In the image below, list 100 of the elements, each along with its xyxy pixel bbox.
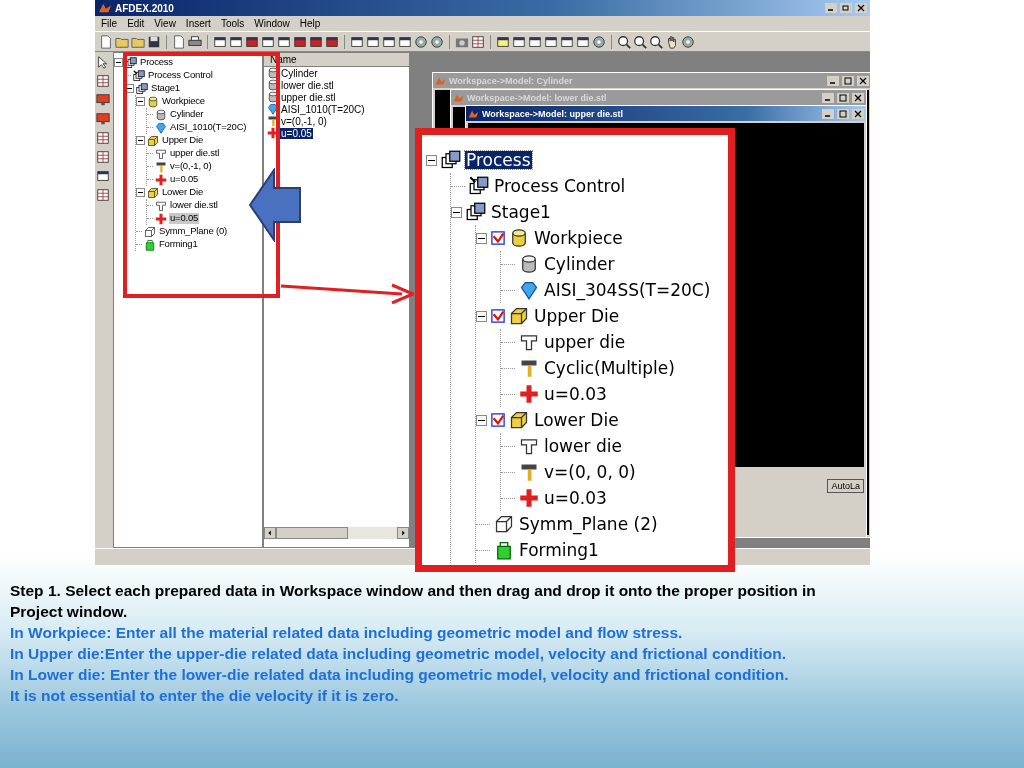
- close-icon[interactable]: [855, 3, 867, 13]
- tree-item[interactable]: Stage1: [150, 83, 181, 94]
- list-icon[interactable]: [96, 150, 110, 164]
- scroll-right-icon[interactable]: [397, 527, 409, 539]
- collapse-toggle[interactable]: [476, 414, 487, 426]
- list-icon[interactable]: [96, 188, 110, 202]
- tree-item[interactable]: Cylinder: [169, 109, 205, 120]
- page-icon[interactable]: [99, 34, 113, 49]
- window-icon[interactable]: [560, 34, 574, 49]
- collapse-toggle[interactable]: [114, 58, 123, 67]
- list-item[interactable]: lower die.stl: [280, 79, 335, 91]
- tree-item[interactable]: v=(0,-1, 0): [169, 161, 213, 172]
- tree-item[interactable]: Upper Die: [533, 306, 621, 326]
- minimize-icon[interactable]: [825, 3, 837, 13]
- tree-item[interactable]: v=(0, 0, 0): [543, 462, 637, 482]
- maximize-icon[interactable]: [837, 108, 849, 119]
- window-icon[interactable]: [245, 34, 259, 49]
- list-item[interactable]: v=(0,-1, 0): [280, 115, 328, 127]
- tree-item[interactable]: u=0.05: [169, 174, 200, 185]
- window-icon[interactable]: [576, 34, 590, 49]
- window-icon[interactable]: [512, 34, 526, 49]
- window-icon[interactable]: [277, 34, 291, 49]
- window-icon[interactable]: [213, 34, 227, 49]
- tree-item[interactable]: Upper Die: [161, 135, 204, 146]
- page-icon[interactable]: [172, 34, 186, 49]
- tree-item[interactable]: lower die.stl: [169, 200, 219, 211]
- window-icon[interactable]: [496, 34, 510, 49]
- list-icon[interactable]: [96, 131, 110, 145]
- menu-item[interactable]: Insert: [185, 18, 211, 29]
- grid-icon[interactable]: [96, 74, 110, 88]
- minimize-icon[interactable]: [822, 92, 834, 103]
- collapse-toggle[interactable]: [136, 136, 145, 145]
- window-icon[interactable]: [528, 34, 542, 49]
- window-icon[interactable]: [325, 34, 339, 49]
- tree-item[interactable]: AISI_304SS(T=20C): [543, 280, 712, 300]
- tree-item[interactable]: Symm_Plane (2): [518, 514, 659, 534]
- menu-item[interactable]: View: [154, 18, 176, 29]
- grid-icon[interactable]: [471, 34, 485, 49]
- close-icon[interactable]: [852, 92, 864, 103]
- close-icon[interactable]: [852, 108, 864, 119]
- maximize-icon[interactable]: [837, 92, 849, 103]
- tree-item[interactable]: u=0.03: [543, 488, 608, 508]
- window-icon[interactable]: [293, 34, 307, 49]
- tree-item[interactable]: Cylinder: [543, 254, 616, 274]
- tree-item[interactable]: Stage1: [490, 202, 552, 222]
- window-icon[interactable]: [229, 34, 243, 49]
- tree-item[interactable]: Workpiece: [161, 96, 206, 107]
- scroll-left-icon[interactable]: [264, 527, 276, 539]
- list-item[interactable]: u=0.05: [280, 127, 313, 139]
- list-item[interactable]: AISI_1010(T=20C): [280, 103, 366, 115]
- pointer-icon[interactable]: [96, 55, 110, 69]
- window-icon[interactable]: [350, 34, 364, 49]
- tree-item[interactable]: Process Control: [493, 176, 627, 196]
- scroll-thumb[interactable]: [276, 527, 348, 539]
- collapse-toggle[interactable]: [451, 206, 462, 218]
- collapse-toggle[interactable]: [476, 232, 487, 244]
- tree-item[interactable]: upper die.stl: [169, 148, 221, 159]
- close-icon[interactable]: [857, 75, 869, 86]
- zoom-icon[interactable]: [617, 34, 631, 49]
- collapse-toggle[interactable]: [476, 310, 487, 322]
- tree-item[interactable]: Forming1: [518, 540, 600, 560]
- tree-item[interactable]: Process: [465, 150, 532, 170]
- cycle-icon[interactable]: [592, 34, 606, 49]
- save-icon[interactable]: [147, 34, 161, 49]
- zoom-icon[interactable]: [633, 34, 647, 49]
- menu-item[interactable]: File: [101, 18, 118, 29]
- list-item[interactable]: Cylinder: [280, 67, 319, 79]
- tree-item[interactable]: u=0.03: [543, 384, 608, 404]
- zoom-icon[interactable]: [649, 34, 663, 49]
- tree-item[interactable]: Process: [139, 57, 174, 68]
- monitor-icon[interactable]: [96, 112, 110, 126]
- tree-item[interactable]: AISI_1010(T=20C): [169, 122, 248, 133]
- tree-item[interactable]: Forming1: [158, 239, 199, 250]
- maximize-icon[interactable]: [842, 75, 854, 86]
- collapse-toggle[interactable]: [136, 188, 145, 197]
- window-icon[interactable]: [398, 34, 412, 49]
- menu-item[interactable]: Edit: [127, 18, 145, 29]
- window-icon[interactable]: [382, 34, 396, 49]
- tree-item[interactable]: Lower Die: [533, 410, 620, 430]
- auto-button[interactable]: AutoLa: [827, 479, 864, 493]
- window-icon[interactable]: [366, 34, 380, 49]
- tree-item[interactable]: Process Control: [147, 70, 214, 81]
- window-icon[interactable]: [309, 34, 323, 49]
- menu-item[interactable]: Tools: [220, 18, 245, 29]
- monitor-icon[interactable]: [96, 93, 110, 107]
- horizontal-scrollbar[interactable]: [264, 527, 409, 539]
- tree-item[interactable]: lower die: [543, 436, 623, 456]
- window-icon[interactable]: [96, 169, 110, 183]
- list-item[interactable]: upper die.stl: [280, 91, 337, 103]
- tree-item[interactable]: u=0.05: [169, 213, 200, 224]
- tree-item[interactable]: Cyclic(Multiple): [543, 358, 676, 378]
- gear-icon[interactable]: [681, 34, 695, 49]
- collapse-toggle[interactable]: [136, 97, 145, 106]
- printer-icon[interactable]: [188, 34, 202, 49]
- window-icon[interactable]: [261, 34, 275, 49]
- window-icon[interactable]: [544, 34, 558, 49]
- gear-icon[interactable]: [430, 34, 444, 49]
- tree-item[interactable]: Symm_Plane (0): [158, 226, 228, 237]
- gear-icon[interactable]: [414, 34, 428, 49]
- collapse-toggle[interactable]: [125, 84, 134, 93]
